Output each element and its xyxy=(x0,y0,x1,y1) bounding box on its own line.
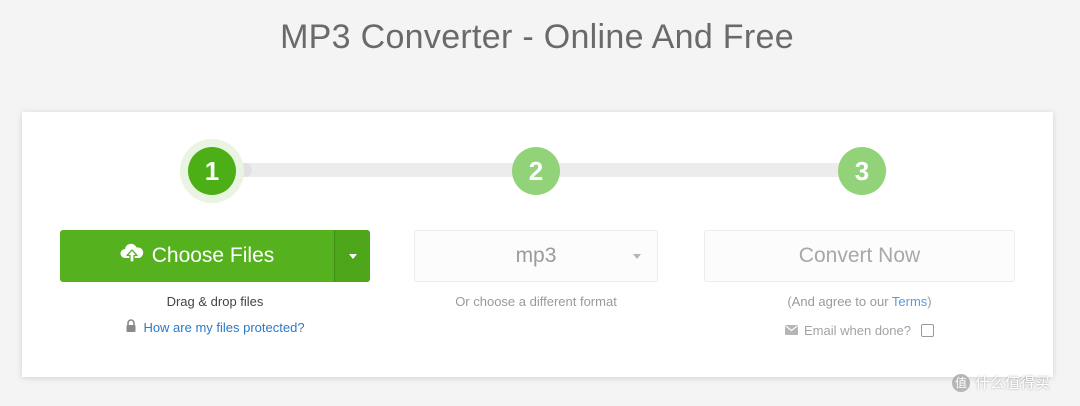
converter-card: 1 2 3 Choose Files Drag & drop files How… xyxy=(22,112,1053,377)
page-title: MP3 Converter - Online And Free xyxy=(280,18,794,56)
caret-down-icon xyxy=(348,253,357,259)
terms-notice: (And agree to our Terms) xyxy=(704,294,1015,309)
files-protected-link[interactable]: How are my files protected? xyxy=(60,319,370,335)
format-hint: Or choose a different format xyxy=(455,294,617,309)
choose-files-label: Choose Files xyxy=(151,244,275,267)
upload-source-dropdown[interactable] xyxy=(334,230,370,282)
terms-link[interactable]: Terms xyxy=(892,294,927,309)
step-1-indicator: 1 xyxy=(188,147,236,195)
watermark-logo: 值 xyxy=(952,373,970,392)
watermark: 值 什么值得买 xyxy=(952,372,1050,393)
email-label: Email when done? xyxy=(804,323,911,338)
email-when-done: Email when done? xyxy=(704,323,1015,338)
cloud-upload-icon xyxy=(120,242,144,270)
email-checkbox[interactable] xyxy=(920,324,934,337)
envelope-icon xyxy=(785,323,799,338)
lock-icon xyxy=(125,319,137,335)
choose-files-group: Choose Files xyxy=(60,230,370,282)
convert-now-button[interactable]: Convert Now xyxy=(704,230,1015,282)
step-3-indicator: 3 xyxy=(838,147,886,195)
format-select[interactable]: mp3 xyxy=(414,230,658,282)
caret-down-icon xyxy=(633,254,641,259)
step-2-indicator: 2 xyxy=(512,147,560,195)
terms-prefix: (And agree to our xyxy=(787,294,892,309)
terms-suffix: ) xyxy=(927,294,932,309)
format-selected-value: mp3 xyxy=(515,244,557,267)
files-protected-label: How are my files protected? xyxy=(143,319,305,335)
watermark-text: 什么值得买 xyxy=(975,375,1051,392)
drag-drop-hint: Drag & drop files xyxy=(166,294,264,309)
choose-files-button[interactable]: Choose Files xyxy=(60,230,334,282)
